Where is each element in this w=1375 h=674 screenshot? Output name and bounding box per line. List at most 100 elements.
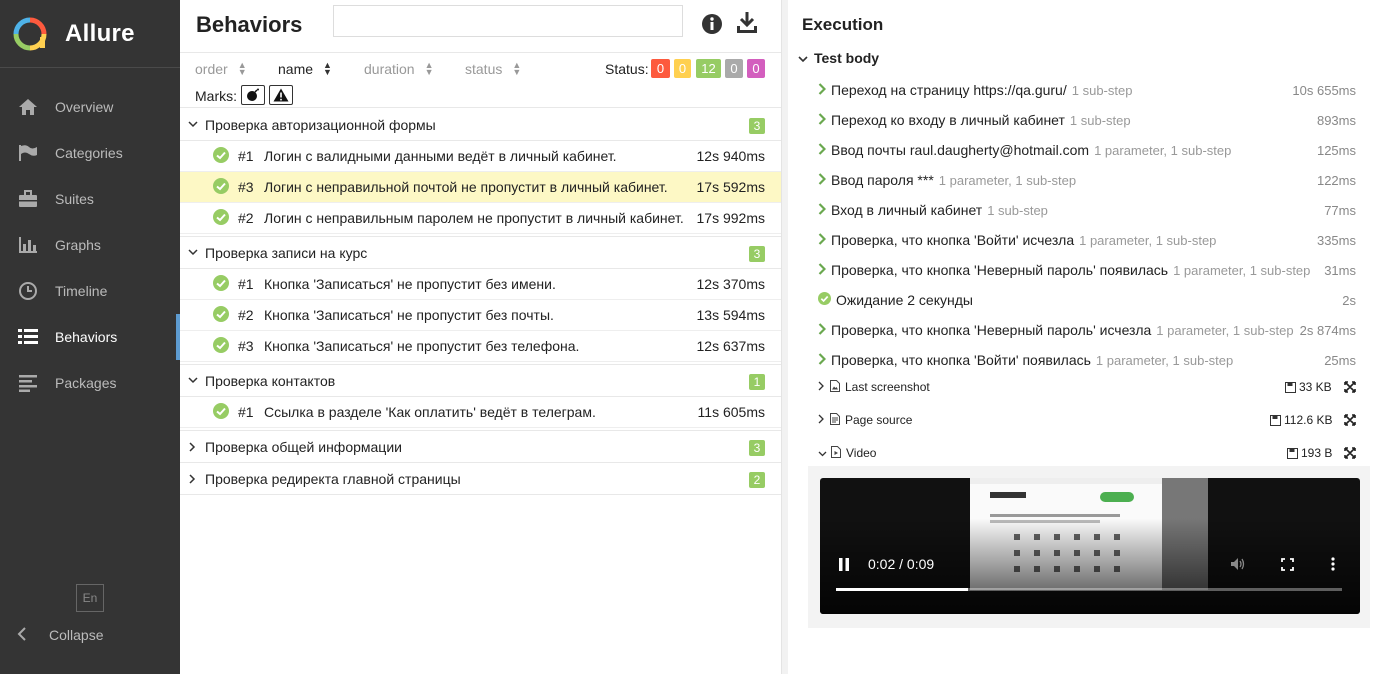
- step-name: Проверка, что кнопка 'Неверный пароль' п…: [831, 262, 1169, 278]
- group-name: Проверка контактов: [205, 372, 336, 389]
- sort-by-duration[interactable]: duration ▲ ▼: [364, 61, 434, 78]
- group-count-badge: 3: [749, 246, 765, 262]
- test-number: #1: [238, 148, 254, 164]
- flag-icon: [17, 142, 39, 164]
- status-passed-toggle[interactable]: 12: [696, 59, 721, 78]
- passed-status-icon: [213, 402, 229, 422]
- status-failed-toggle[interactable]: 0: [651, 59, 670, 78]
- sort-by-name[interactable]: name ▲ ▼: [278, 60, 332, 78]
- passed-status-icon: [213, 305, 229, 325]
- tree-test-row[interactable]: #1 Кнопка 'Записаться' не пропустит без …: [180, 269, 781, 300]
- fullscreen-video-icon[interactable]: [1281, 558, 1294, 574]
- download-icon[interactable]: [735, 11, 759, 38]
- allure-logo-icon: [13, 17, 47, 50]
- sidebar-item-graphs[interactable]: Graphs: [0, 222, 180, 268]
- tree-group[interactable]: Проверка записи на курс 3: [180, 237, 781, 269]
- execution-step[interactable]: Вход в личный кабинет 1 sub-step 77ms: [818, 199, 1375, 221]
- sort-by-order[interactable]: order ▲ ▼: [195, 61, 247, 78]
- status-broken-toggle[interactable]: 0: [674, 59, 691, 78]
- test-number: #2: [238, 210, 254, 226]
- execution-step[interactable]: Проверка, что кнопка 'Неверный пароль' п…: [818, 259, 1375, 281]
- pause-icon[interactable]: [838, 558, 850, 574]
- tree-group[interactable]: Проверка общей информации 3: [180, 431, 781, 463]
- attachment-video[interactable]: Video: [818, 443, 876, 463]
- attachment-name: Video: [846, 446, 877, 460]
- fullscreen-icon[interactable]: [1344, 380, 1356, 396]
- collapse-label: Collapse: [49, 627, 104, 643]
- tree-test-row-selected[interactable]: #3 Логин с неправильной почтой не пропус…: [180, 172, 781, 203]
- tree-group[interactable]: Проверка авторизационной формы 3: [180, 109, 781, 141]
- tree-group[interactable]: Проверка контактов 1: [180, 365, 781, 397]
- sidebar-item-timeline[interactable]: Timeline: [0, 268, 180, 314]
- sort-arrows-icon: ▲ ▼: [323, 60, 332, 77]
- execution-step[interactable]: Ввод почты raul.daugherty@hotmail.com 1 p…: [818, 139, 1375, 161]
- sidebar-item-overview[interactable]: Overview: [0, 84, 180, 130]
- chevron-right-icon: [818, 112, 827, 128]
- step-name: Проверка, что кнопка 'Войти' появилась: [831, 352, 1091, 368]
- execution-step[interactable]: Переход ко входу в личный кабинет 1 sub-s…: [818, 109, 1375, 131]
- test-name: Логин с валидными данными ведёт в личный…: [264, 148, 617, 164]
- sort-by-status[interactable]: status ▲ ▼: [465, 61, 521, 78]
- tree-test-row[interactable]: #2 Логин с неправильным паролем не пропу…: [180, 203, 781, 234]
- video-file-icon: [831, 445, 841, 461]
- volume-icon[interactable]: [1230, 557, 1246, 574]
- execution-step[interactable]: Проверка, что кнопка 'Войти' появилась 1 …: [818, 349, 1375, 371]
- execution-step[interactable]: Ввод пароля *** 1 parameter, 1 sub-step 12…: [818, 169, 1375, 191]
- chevron-down-icon: [180, 377, 205, 384]
- sidebar-item-categories[interactable]: Categories: [0, 130, 180, 176]
- execution-step[interactable]: Проверка, что кнопка 'Войти' исчезла 1 pa…: [818, 229, 1375, 251]
- tree-test-row[interactable]: #1 Логин с валидными данными ведёт в лич…: [180, 141, 781, 172]
- info-icon[interactable]: [701, 13, 723, 38]
- tree-test-row[interactable]: #2 Кнопка 'Записаться' не пропустит без …: [180, 300, 781, 331]
- pane-splitter[interactable]: [781, 0, 788, 674]
- sidebar-item-behaviors[interactable]: Behaviors: [0, 314, 180, 360]
- more-options-icon[interactable]: [1331, 557, 1335, 574]
- marks-label: Marks:: [195, 88, 237, 104]
- tree-test-row[interactable]: #1 Ссылка в разделе 'Как оплатить' ведёт…: [180, 397, 781, 428]
- sidebar-item-label: Packages: [55, 375, 117, 391]
- fullscreen-icon[interactable]: [1344, 446, 1356, 462]
- test-duration: 12s 940ms: [696, 148, 765, 164]
- chevron-down-icon: [180, 121, 205, 128]
- sidebar-item-packages[interactable]: Packages: [0, 360, 180, 406]
- execution-step[interactable]: Проверка, что кнопка 'Неверный пароль' и…: [818, 319, 1375, 341]
- passed-status-icon: [213, 336, 229, 356]
- status-filter-label: Status:: [605, 61, 649, 77]
- new-failed-mark-toggle[interactable]: [269, 85, 293, 105]
- test-number: #3: [238, 338, 254, 354]
- search-input[interactable]: [333, 5, 683, 37]
- execution-title: Execution: [802, 15, 884, 34]
- test-duration: 12s 370ms: [696, 276, 765, 292]
- test-body-toggle[interactable]: Test body: [798, 50, 879, 66]
- test-body-label: Test body: [814, 50, 880, 66]
- execution-step[interactable]: Ожидание 2 секунды 2s: [818, 289, 1375, 311]
- attachment-last-screenshot[interactable]: Last screenshot: [818, 377, 930, 397]
- save-icon: [1287, 447, 1298, 459]
- tree-test-row[interactable]: #3 Кнопка 'Записаться' не пропустит без …: [180, 331, 781, 362]
- step-name: Вход в личный кабинет: [831, 202, 983, 218]
- execution-step[interactable]: Переход на страницу https://qa.guru/1 su…: [818, 79, 1375, 101]
- chevron-right-icon: [818, 142, 827, 158]
- step-duration: 10s 655ms: [1292, 82, 1356, 98]
- step-duration: 122ms: [1316, 172, 1356, 188]
- attachment-page-source[interactable]: Page source: [818, 410, 912, 430]
- group-name: Проверка редиректа главной страницы: [205, 470, 461, 487]
- test-name: Кнопка 'Записаться' не пропустит без поч…: [264, 307, 554, 323]
- fullscreen-icon[interactable]: [1344, 413, 1356, 429]
- sidebar-item-label: Graphs: [55, 237, 101, 253]
- status-skipped-toggle[interactable]: 0: [725, 59, 743, 78]
- sort-label: order: [195, 61, 228, 77]
- tree-group[interactable]: Проверка редиректа главной страницы 2: [180, 463, 781, 495]
- video-progress-bar[interactable]: [836, 588, 1342, 591]
- language-switch[interactable]: En: [76, 584, 104, 612]
- sidebar-item-suites[interactable]: Suites: [0, 176, 180, 222]
- status-unknown-toggle[interactable]: 0: [747, 59, 765, 78]
- flaky-mark-toggle[interactable]: [241, 85, 265, 105]
- sidebar-item-label: Categories: [55, 145, 123, 161]
- step-name: Ввод почты raul.daugherty@hotmail.com: [831, 142, 1090, 158]
- chevron-right-icon: [818, 352, 827, 368]
- video-player[interactable]: 0:02 / 0:09: [820, 478, 1360, 614]
- sort-toolbar: order ▲ ▼ name ▲ ▼ duration ▲ ▼ status ▲ ▼ S…: [180, 52, 781, 108]
- collapse-button[interactable]: Collapse: [17, 620, 103, 650]
- brand[interactable]: Allure: [0, 0, 180, 68]
